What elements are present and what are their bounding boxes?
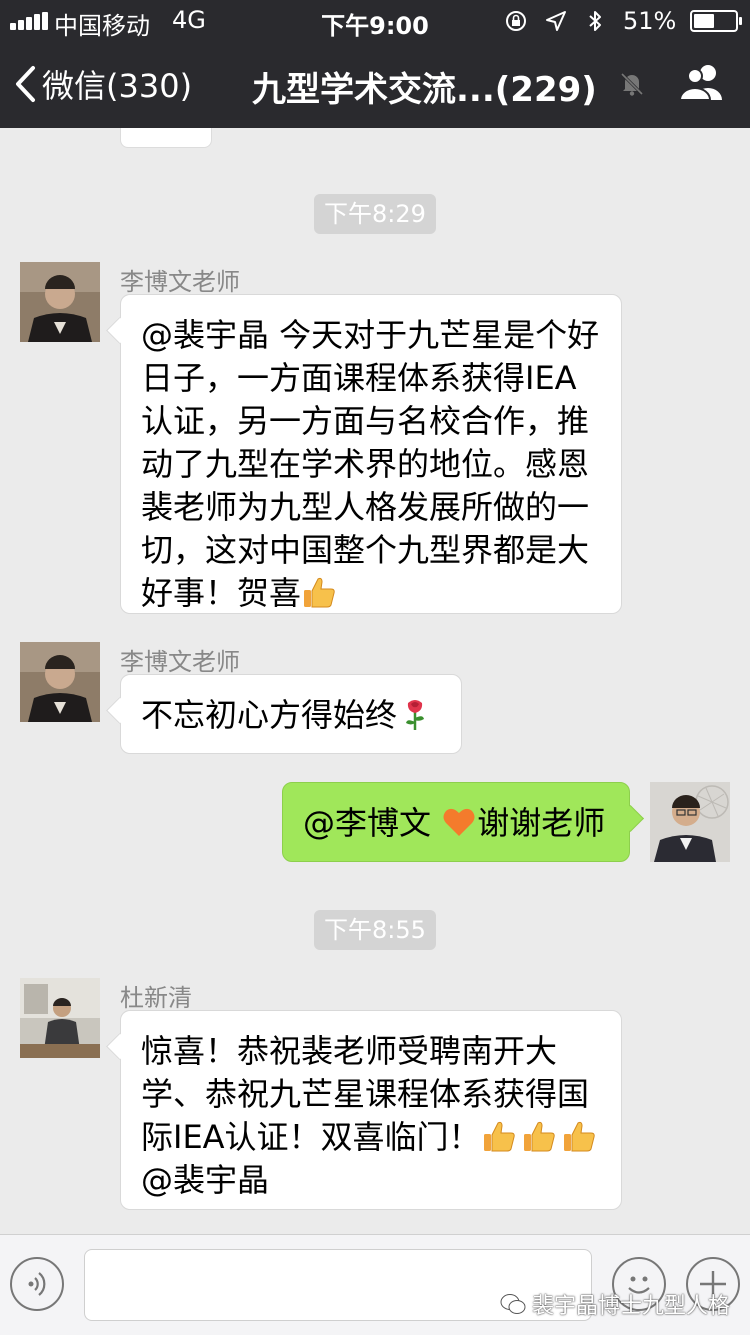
sender-name: 杜新清 bbox=[120, 984, 192, 1012]
message-text: @李博文 bbox=[303, 804, 442, 842]
bluetooth-icon bbox=[589, 11, 602, 31]
status-right: 51% bbox=[496, 6, 742, 36]
rotation-lock-icon bbox=[506, 11, 527, 31]
orange-heart-icon bbox=[443, 808, 475, 836]
message-line: 认证，另一方面与名校合作，推 bbox=[141, 402, 590, 440]
message-line: 学、恭祝九芒星课程体系获得国 bbox=[141, 1075, 590, 1113]
rose-icon bbox=[406, 700, 425, 730]
voice-icon bbox=[28, 1272, 46, 1296]
back-button[interactable]: 微信(330) bbox=[14, 60, 192, 108]
thumbs-up-icon bbox=[563, 1121, 595, 1152]
message-line: 惊喜！恭祝裴老师受聘南开大 bbox=[141, 1032, 558, 1070]
message-line: 裴老师为九型人格发展所做的一 bbox=[141, 488, 590, 526]
top-bar: 中国移动 4G 下午9:00 51% 微信(330) 九型学术交流...(229… bbox=[0, 0, 750, 128]
thumbs-up-icon bbox=[304, 577, 335, 608]
message-line: @裴宇晶 bbox=[141, 1161, 270, 1199]
time-divider: 下午8:55 bbox=[314, 910, 436, 950]
message-text: 谢谢老师 bbox=[477, 804, 606, 842]
watermark-text: 裴宇晶博士九型人格 bbox=[531, 1294, 730, 1319]
message-line: 际IEA认证！双喜临门！ bbox=[141, 1118, 481, 1156]
wechat-logo-icon bbox=[500, 1294, 526, 1314]
back-label: 微信(330) bbox=[42, 67, 193, 105]
message-line: 好事！贺喜 bbox=[141, 574, 302, 612]
message-bubble[interactable]: @裴宇晶 今天对于九芒星是个好 日子，一方面课程体系获得IEA 认证，另一方面与… bbox=[120, 294, 622, 614]
chat-area[interactable]: 下午8:29 李博文老师 @裴宇晶 今天对于九芒星是个好 日子，一方面课程体系获… bbox=[0, 128, 750, 1234]
message-line: @裴宇晶 今天对于九芒星是个好 bbox=[141, 316, 600, 354]
avatar-photo bbox=[20, 642, 100, 722]
message-line: 切，这对中国整个九型界都是大 bbox=[141, 531, 590, 569]
avatar-photo bbox=[20, 978, 100, 1058]
message-line-last: 好事！贺喜 bbox=[141, 572, 601, 615]
sender-name: 李博文老师 bbox=[120, 648, 240, 676]
battery-icon bbox=[690, 10, 742, 32]
status-bar: 中国移动 4G 下午9:00 51% bbox=[0, 0, 750, 40]
message-bubble-partial[interactable] bbox=[120, 128, 212, 148]
location-arrow-icon bbox=[545, 11, 566, 31]
message-text: 不忘初心方得始终 bbox=[141, 696, 398, 734]
mute-bell-icon bbox=[620, 72, 644, 96]
my-avatar[interactable] bbox=[650, 782, 730, 862]
avatar-photo bbox=[650, 782, 730, 862]
avatar-photo bbox=[20, 262, 100, 342]
avatar[interactable] bbox=[20, 978, 100, 1058]
voice-button[interactable] bbox=[10, 1257, 64, 1311]
message-line: 动了九型在学术界的地位。感恩 bbox=[141, 445, 590, 483]
back-chevron-icon bbox=[16, 66, 35, 102]
message-bubble[interactable]: 惊喜！恭祝裴老师受聘南开大 学、恭祝九芒星课程体系获得国 际IEA认证！双喜临门… bbox=[120, 1010, 622, 1210]
avatar[interactable] bbox=[20, 262, 100, 342]
sender-name: 李博文老师 bbox=[120, 268, 240, 296]
thumbs-up-icon bbox=[483, 1121, 515, 1152]
my-message-bubble[interactable]: @李博文 谢谢老师 bbox=[282, 782, 630, 862]
time-divider: 下午8:29 bbox=[314, 194, 436, 234]
watermark: 裴宇晶博士九型人格 bbox=[500, 1288, 730, 1320]
chat-title: 九型学术交流...(229) bbox=[252, 70, 597, 110]
message-bubble[interactable]: 不忘初心方得始终 bbox=[120, 674, 462, 754]
message-line-emoji: 际IEA认证！双喜临门！ bbox=[141, 1116, 601, 1159]
nav-bar: 微信(330) 九型学术交流...(229) bbox=[0, 40, 750, 128]
thumbs-up-icon bbox=[523, 1121, 555, 1152]
avatar[interactable] bbox=[20, 642, 100, 722]
battery-percent: 51% bbox=[623, 7, 677, 35]
group-members-icon[interactable] bbox=[678, 62, 726, 102]
message-line: 日子，一方面课程体系获得IEA bbox=[141, 359, 577, 397]
